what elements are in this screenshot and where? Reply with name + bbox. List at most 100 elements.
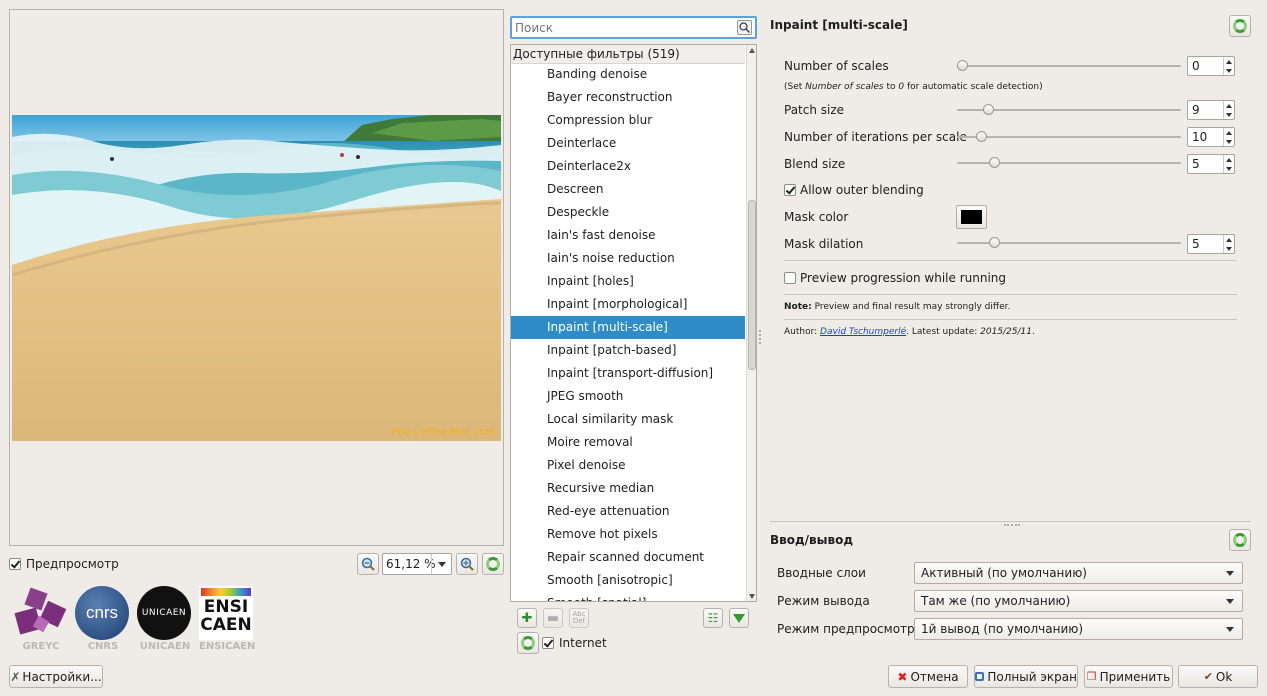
expand-collapse-button[interactable]: ☷ [703,608,723,628]
filter-item-selected[interactable]: Inpaint [multi-scale] [511,316,745,339]
number-of-scales-slider[interactable] [957,60,1181,71]
author-link[interactable]: David Tschumperlé [820,327,906,337]
blend-size-up[interactable] [1223,155,1234,164]
mask-dilation-up[interactable] [1223,235,1234,244]
filter-item[interactable]: Moire removal [511,431,745,454]
filter-item[interactable]: Red-eye attenuation [511,500,745,523]
preview-checkbox[interactable]: Предпросмотр [9,557,119,571]
number-of-scales-spinbox[interactable]: 0 [1187,56,1235,76]
filter-item[interactable]: Inpaint [transport-diffusion] [511,362,745,385]
rename-favorite-button[interactable]: Abc Def [569,608,589,628]
preview-progression-box[interactable] [784,272,796,284]
blend-size-spinbox[interactable]: 5 [1187,154,1235,174]
preview-progression-checkbox[interactable]: Preview progression while running [784,271,1006,285]
blend-size-slider[interactable] [957,157,1181,168]
internet-checkbox-box[interactable] [542,637,554,649]
number-of-scales-down[interactable] [1223,66,1234,75]
settings-button[interactable]: ✗ Настройки... [9,665,103,688]
apply-button[interactable]: ❐ Применить [1084,665,1173,688]
filter-title: Inpaint [multi-scale] [770,18,908,32]
filter-item[interactable]: Compression blur [511,109,745,132]
fullscreen-button[interactable]: Полный экран [974,665,1078,688]
filter-item[interactable]: Recursive median [511,477,745,500]
mask-color-button[interactable] [956,205,987,229]
filter-item[interactable]: Iain's noise reduction [511,247,745,270]
mask-dilation-handle[interactable] [989,237,1000,248]
reset-io-button[interactable] [1229,529,1251,551]
search-input[interactable] [513,19,733,36]
output-mode-select[interactable]: Там же (по умолчанию) [914,590,1243,612]
filter-item[interactable]: JPEG smooth [511,385,745,408]
ensicaen-mark-line1: ENSI [203,597,249,617]
mask-dilation-slider[interactable] [957,237,1181,248]
number-of-scales-handle[interactable] [957,60,968,71]
filter-item[interactable]: Deinterlace [511,132,745,155]
internet-checkbox[interactable]: Internet [542,636,607,650]
preview-image[interactable]: Phu-Coffee-Moc.com [12,115,501,441]
filter-item[interactable]: Remove hot pixels [511,523,745,546]
filter-item[interactable]: Smooth [anisotropic] [511,569,745,592]
logo-unicaen: UNICAEN UNICAEN [137,586,193,654]
add-favorite-button[interactable]: ✚ [517,608,537,628]
patch-size-handle[interactable] [983,104,994,115]
mask-color-label: Mask color [784,210,849,224]
filter-item[interactable]: Banding denoise [511,63,745,86]
iterations-up[interactable] [1223,128,1234,137]
zoom-combo[interactable]: 61,12 % [382,553,452,575]
cancel-button[interactable]: ✖ Отмена [888,665,968,688]
logo-ensicaen: ENSI CAEN ENSICAEN [199,586,255,654]
mask-dilation-down[interactable] [1223,244,1234,253]
iterations-spinbox[interactable]: 10 [1187,127,1235,147]
patch-size-up[interactable] [1223,101,1234,110]
filter-item[interactable]: Inpaint [patch-based] [511,339,745,362]
search-icon[interactable] [737,20,752,35]
blend-size-down[interactable] [1223,164,1234,173]
iterations-down[interactable] [1223,137,1234,146]
visibility-button[interactable] [729,608,749,628]
patch-size-down[interactable] [1223,110,1234,119]
iterations-value: 10 [1192,130,1208,144]
preview-checkbox-box[interactable] [9,558,21,570]
filter-item[interactable]: Descreen [511,178,745,201]
filter-item[interactable]: Smooth [spatial] [511,592,745,601]
filter-item[interactable]: Despeckle [511,201,745,224]
vertical-splitter[interactable] [759,330,761,344]
preview-mode-select[interactable]: 1й вывод (по умолчанию) [914,618,1243,640]
scroll-up-arrow[interactable] [749,48,755,53]
filter-scrollbar[interactable] [746,45,756,601]
ok-button[interactable]: ✔ Ok [1178,665,1258,688]
separator-1 [784,260,1237,261]
search-field[interactable] [510,16,757,39]
allow-outer-blending-checkbox[interactable]: Allow outer blending [784,183,924,197]
remove-favorite-button[interactable]: ▬ [543,608,563,628]
filter-item[interactable]: Bayer reconstruction [511,86,745,109]
reset-params-icon [1233,19,1247,33]
patch-size-slider[interactable] [957,104,1181,115]
blend-size-handle[interactable] [989,157,1000,168]
greyc-logo-icon [14,587,67,635]
reset-params-button[interactable] [1229,15,1251,37]
number-of-scales-up[interactable] [1223,57,1234,66]
allow-outer-blending-box[interactable] [784,184,796,196]
filter-item[interactable]: Repair scanned document [511,546,745,569]
update-filters-button[interactable] [517,632,539,654]
number-of-scales-label: Number of scales [784,59,889,73]
iterations-handle[interactable] [976,131,987,142]
patch-size-spinbox[interactable]: 9 [1187,100,1235,120]
zoom-dropdown-arrow[interactable] [431,554,451,574]
filter-item[interactable]: Inpaint [holes] [511,270,745,293]
filter-item[interactable]: Local similarity mask [511,408,745,431]
filter-item[interactable]: Deinterlace2x [511,155,745,178]
scroll-thumb[interactable] [748,200,756,370]
filter-item[interactable]: Pixel denoise [511,454,745,477]
mask-dilation-spinbox[interactable]: 5 [1187,234,1235,254]
zoom-in-button[interactable] [456,553,478,575]
zoom-out-button[interactable] [357,553,379,575]
preview-refresh-button[interactable] [482,553,504,575]
filter-item[interactable]: Iain's fast denoise [511,224,745,247]
filter-list: Banding denoise Bayer reconstruction Compr… [511,62,745,601]
scroll-down-arrow[interactable] [749,594,755,599]
filter-item[interactable]: Inpaint [morphological] [511,293,745,316]
iterations-slider[interactable] [957,131,1181,142]
input-layers-select[interactable]: Активный (по умолчанию) [914,562,1243,584]
